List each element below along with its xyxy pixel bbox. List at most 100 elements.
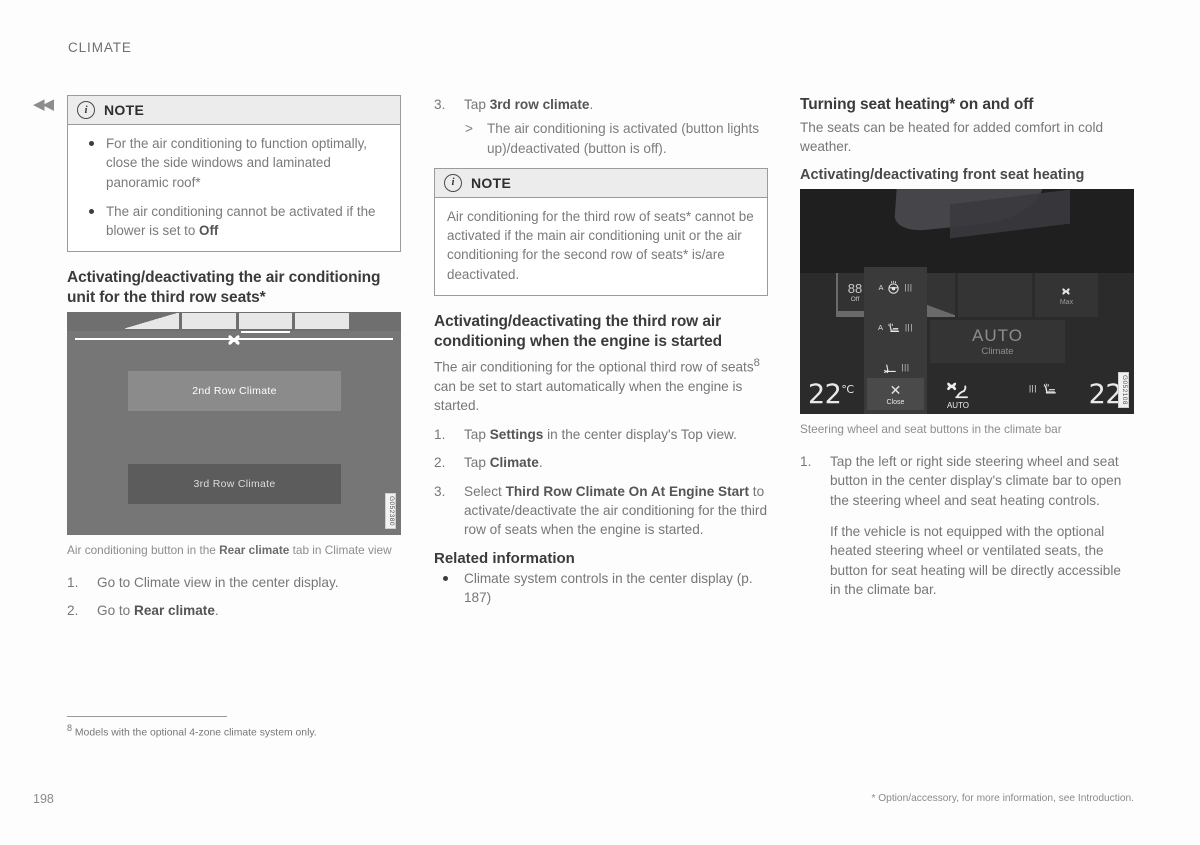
double-chevron-left-icon[interactable]: ◀◀ [33, 97, 54, 112]
section-intro: The seats can be heated for added comfor… [800, 119, 1104, 155]
list-item[interactable]: Climate system controls in the center di… [434, 569, 768, 608]
climate-tile[interactable] [957, 273, 1032, 318]
seat-heating-icon [1043, 383, 1056, 394]
blower-segment [181, 313, 236, 330]
auto-climate-label: AUTO [972, 325, 1023, 345]
page-number: 198 [33, 792, 54, 806]
step-item: Go to Climate view in the center display… [67, 573, 401, 593]
third-row-climate-button[interactable]: 3rd Row Climate [128, 464, 341, 505]
seat-ventilation-icon [947, 382, 968, 399]
step-post: . [538, 455, 543, 471]
step-post: . [589, 97, 594, 112]
note-header: i NOTE [435, 168, 767, 198]
step-post: in the center display's Top view. [543, 427, 737, 443]
fan-max-tile[interactable]: Max [1034, 273, 1098, 318]
figure-rear-climate: 2nd Row Climate 3rd Row Climate G052380 … [67, 312, 401, 559]
footnote: 8 Models with the optional 4-zone climat… [67, 716, 487, 740]
level-bars: ||| [1028, 384, 1037, 394]
blower-segments [125, 313, 349, 334]
info-icon: i [77, 101, 95, 119]
steering-seat-heating-popup: A ||| A ||| ||| ✕ Close [864, 267, 927, 415]
fan-icon [1062, 288, 1071, 295]
steps-list-rear-climate: Go to Climate view in the center display… [67, 573, 401, 621]
intro-a: The air conditioning for the optional th… [434, 359, 754, 375]
steps-list-continued: Tap 3rd row climate. The air conditionin… [434, 95, 768, 158]
note-text: Air conditioning for the third row of se… [447, 208, 754, 282]
step-bold: Rear climate [134, 603, 215, 619]
blower-segment [295, 313, 349, 330]
step-pre: Tap [464, 427, 490, 443]
step-pre: Select [464, 483, 506, 499]
heated-seat-row[interactable]: A ||| [864, 307, 927, 347]
column-middle: Tap 3rd row climate. The air conditionin… [434, 95, 768, 613]
section-heading-seat-heating: Turning seat heating* on and off [800, 96, 1034, 113]
step-pre: Go to [97, 603, 135, 619]
note-title: NOTE [471, 174, 512, 191]
cabin-photo-area [800, 189, 1134, 274]
fan-max-label: Max [1059, 298, 1074, 306]
step-item: Tap the left or right side steering whee… [800, 452, 1134, 599]
caption-post: tab in Climate view [289, 543, 392, 558]
step-item: Select Third Row Climate On At Engine St… [434, 482, 768, 540]
list-item-text: The air conditioning cannot be activated… [106, 203, 376, 239]
steps-list-engine-start: Tap Settings in the center display's Top… [434, 425, 768, 539]
info-icon: i [444, 173, 462, 192]
manual-page: CLIMATE ◀◀ i NOTE For the air conditioni… [0, 0, 1200, 845]
auto-seat-climate-button[interactable]: AUTO [946, 380, 970, 410]
close-label: Close [886, 398, 905, 406]
step-pre: Tap [464, 97, 490, 112]
blower-segment-active [238, 313, 293, 334]
footnote-body: Models with the optional 4-zone climate … [72, 727, 317, 739]
step-item: Tap 3rd row climate. The air conditionin… [434, 95, 768, 158]
driver-temperature[interactable]: 22°C [808, 381, 854, 408]
step-text: Go to Climate view in the center display… [97, 575, 339, 591]
step-bold: Climate [489, 455, 539, 471]
figure-code: G052380 [385, 493, 396, 530]
second-row-climate-button[interactable]: 2nd Row Climate [128, 371, 341, 412]
note-box-third-row: i NOTE Air conditioning for the third ro… [434, 167, 768, 297]
ventilated-seat-icon [884, 364, 897, 373]
steps-list-seat-heating: Tap the left or right side steering whee… [800, 452, 1134, 599]
substep-result: The air conditioning is activated (butto… [464, 119, 768, 158]
list-item-bold: Off [199, 223, 219, 239]
auto-climate-button[interactable]: AUTO Climate [930, 320, 1065, 364]
step-item: Tap Settings in the center display's Top… [434, 425, 768, 445]
close-button[interactable]: ✕ Close [867, 378, 924, 411]
step-item: Tap Climate. [434, 453, 768, 473]
section-heading-third-row-ac: Activating/deactivating the air conditio… [67, 269, 381, 307]
close-icon: ✕ [889, 381, 902, 398]
fan-icon [223, 330, 245, 350]
caption-pre: Air conditioning button in the [67, 543, 220, 558]
column-right: Turning seat heating* on and off The sea… [800, 95, 1134, 609]
subsection-heading-front-seat-heating: Activating/deactivating front seat heati… [800, 167, 1085, 184]
auto-indicator: A [878, 282, 884, 292]
step-bold: Settings [489, 427, 544, 443]
level-bars: ||| [904, 282, 913, 292]
note-bullet-list: For the air conditioning to function opt… [80, 134, 388, 240]
climate-bar-screenshot: Max AUTO Climate 88 Off A ||| A ||| ||| … [800, 189, 1134, 415]
step-continuation: If the vehicle is not equipped with the … [830, 524, 1121, 597]
step-bold: Third Row Climate On At Engine Start [505, 483, 750, 499]
related-information-list: Climate system controls in the center di… [434, 569, 768, 608]
note-body: For the air conditioning to function opt… [68, 125, 400, 251]
note-title: NOTE [104, 102, 145, 118]
list-item: The air conditioning cannot be activated… [80, 202, 388, 241]
footnote-rule [67, 716, 227, 717]
footnote-text: 8 Models with the optional 4-zone climat… [67, 723, 487, 740]
list-item: For the air conditioning to function opt… [80, 134, 388, 192]
passenger-temperature[interactable]: 22 [1089, 381, 1123, 408]
step-pre: Tap [464, 455, 490, 471]
related-information-heading: Related information [434, 549, 575, 567]
step-text: Tap the left or right side steering whee… [830, 454, 1122, 508]
passenger-seat-heating-button[interactable]: ||| [1029, 379, 1060, 398]
blower-segment [125, 313, 179, 330]
heated-steering-wheel-row[interactable]: A ||| [864, 267, 927, 307]
step-bold: 3rd row climate [489, 97, 590, 112]
figure-caption: Air conditioning button in the Rear clim… [67, 543, 401, 559]
section-heading-engine-start: Activating/deactivating the third row ai… [434, 313, 723, 350]
caption-bold: Rear climate [219, 543, 290, 558]
figure-caption: Steering wheel and seat buttons in the c… [800, 422, 1062, 437]
section-intro: The air conditioning for the optional th… [434, 355, 768, 415]
option-accessory-note: * Option/accessory, for more information… [871, 793, 1134, 804]
temperature-value: 22 [808, 379, 842, 411]
